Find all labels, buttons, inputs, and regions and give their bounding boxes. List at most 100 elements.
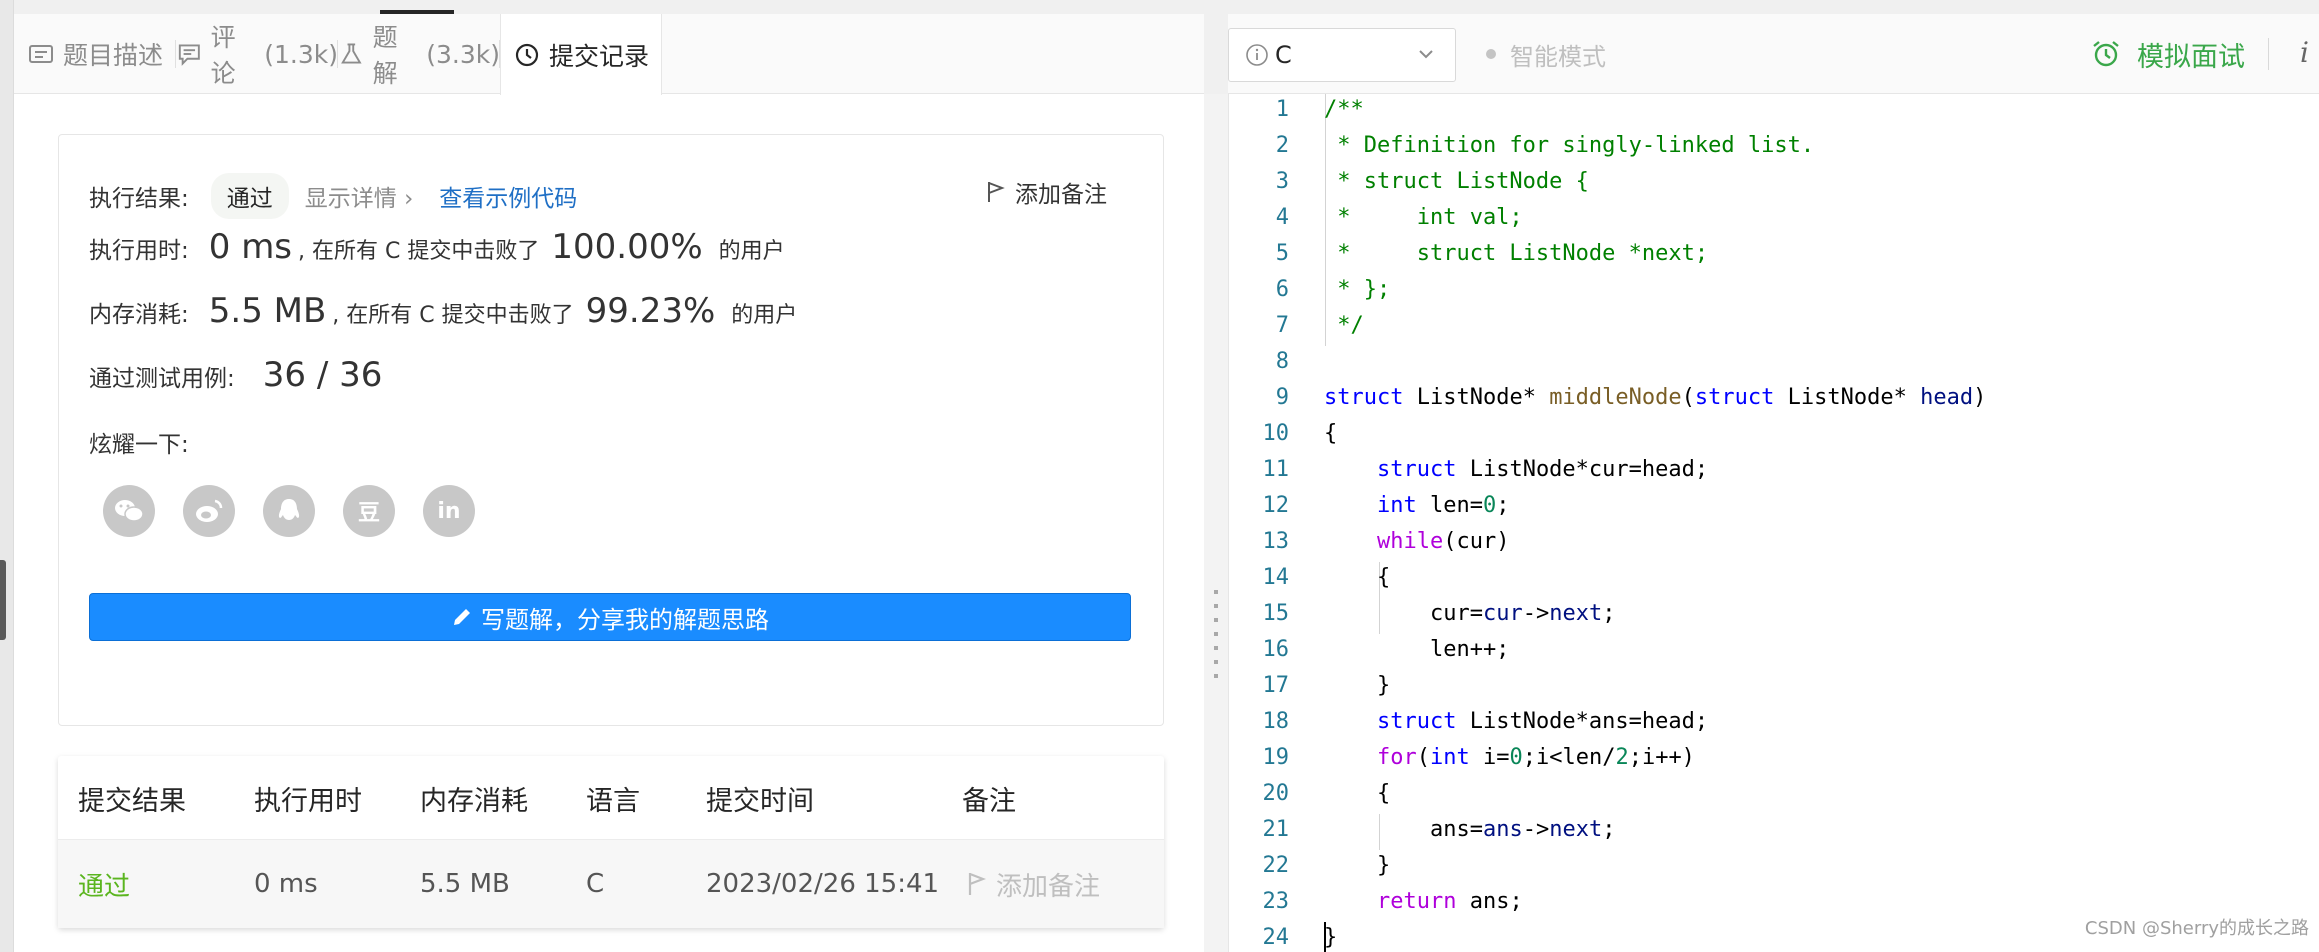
share-label-row: 炫耀一下:	[89, 425, 189, 459]
header-memory: 内存消耗	[420, 785, 528, 817]
line-number: 13	[1262, 529, 1290, 554]
tab-comments[interactable]: 评论 (1.3k)	[176, 14, 338, 94]
language-select[interactable]: C	[1228, 28, 1456, 82]
header-submitted: 提交时间	[706, 785, 814, 817]
code-token: ans=	[1324, 817, 1483, 842]
result-label: 执行结果:	[89, 186, 189, 212]
runtime-label: 执行用时:	[89, 238, 189, 264]
code-line: /**	[1324, 92, 1364, 128]
table-header: 提交结果 执行用时 内存消耗 语言 提交时间 备注	[58, 756, 1164, 840]
code-token: 0	[1482, 493, 1497, 518]
tab-submissions[interactable]: 提交记录	[500, 14, 662, 95]
tests-row: 通过测试用例: 36 / 36	[89, 355, 382, 395]
line-number: 3	[1275, 169, 1289, 194]
panel-splitter[interactable]	[1204, 94, 1228, 952]
code-token: middleNode	[1549, 385, 1682, 410]
info-circle-icon	[1246, 44, 1268, 66]
window-edge	[0, 0, 14, 952]
code-token: ans;	[1456, 889, 1523, 914]
line-number: 23	[1262, 889, 1290, 914]
line-number: 1	[1275, 97, 1289, 122]
code-token: next	[1549, 817, 1603, 842]
tab-solutions[interactable]: 题解 (3.3k)	[338, 14, 500, 94]
mock-interview-button[interactable]: 模拟面试	[2091, 14, 2245, 94]
code-token: next	[1549, 601, 1603, 626]
alarm-clock-icon	[2093, 41, 2119, 67]
runtime-percent: 100.00%	[551, 227, 703, 267]
header-runtime: 执行用时	[254, 785, 362, 817]
submissions-table: 提交结果 执行用时 内存消耗 语言 提交时间 备注 通过 0 ms 5.5 MB…	[58, 756, 1164, 928]
smart-mode-toggle[interactable]: 智能模式	[1486, 14, 1606, 94]
code-line: return ans;	[1324, 884, 1523, 920]
code-token: )	[1973, 385, 1987, 410]
code-editor[interactable]: 1 2 3 4 5 6 7 8 9 10 11 12 13 14 15 16 17 18 19 20 21 22 23 24 …	[1228, 94, 2319, 952]
weibo-icon[interactable]	[183, 485, 235, 537]
linkedin-glyph: in	[437, 498, 461, 524]
code-line: * Definition for singly-linked list.	[1324, 128, 1814, 164]
code-line: {	[1324, 776, 1390, 812]
show-details-label: 显示详情	[304, 186, 397, 212]
code-token: (	[1416, 745, 1430, 770]
code-token: int	[1429, 745, 1470, 770]
write-solution-button[interactable]: 写题解，分享我的解题思路	[89, 593, 1131, 641]
code-line: */	[1324, 308, 1364, 344]
code-token: ->	[1522, 601, 1550, 626]
line-number: 19	[1262, 745, 1290, 770]
language-value: C	[1275, 41, 1292, 69]
code-area[interactable]: /** * Definition for singly-linked list.…	[1324, 94, 2304, 952]
tab-description[interactable]: 题目描述	[14, 14, 176, 94]
row-result-link[interactable]: 通过	[78, 840, 130, 928]
tab-label: 提交记录	[548, 41, 649, 71]
code-token: ->	[1522, 817, 1550, 842]
line-number: 6	[1275, 277, 1289, 302]
table-row[interactable]: 通过 0 ms 5.5 MB C 2023/02/26 15:41 添加备注	[58, 840, 1164, 928]
line-number: 15	[1262, 601, 1290, 626]
code-token: struct	[1694, 385, 1775, 410]
code-token: ListNode*	[1774, 385, 1921, 410]
wechat-icon[interactable]	[103, 485, 155, 537]
runtime-tail: 的用户	[718, 239, 785, 264]
code-token: ListNode*ans=head;	[1456, 709, 1709, 734]
code-token: int	[1376, 493, 1417, 518]
left-panel: 题目描述 评论 (1.3k) 题解 (3.3k) 提交记录 执行结果: 通过 显…	[14, 14, 1204, 952]
code-token: struct	[1376, 457, 1457, 482]
tab-label: 题解	[372, 23, 398, 88]
row-add-note-button[interactable]: 添加备注	[968, 840, 1100, 928]
show-details-link[interactable]: 显示详情 ›	[305, 179, 414, 213]
tab-count: (1.3k)	[264, 39, 338, 69]
line-number: 22	[1262, 853, 1290, 878]
douban-icon[interactable]: 豆	[343, 485, 395, 537]
add-note-button[interactable]: 添加备注	[987, 175, 1107, 209]
code-token: {	[1324, 781, 1391, 806]
result-row: 执行结果: 通过 显示详情 › 查看示例代码	[89, 173, 577, 219]
pencil-icon	[454, 609, 470, 625]
editor-toolbar: C 智能模式 模拟面试 i	[1228, 14, 2319, 94]
info-icon[interactable]: i	[2300, 36, 2309, 69]
line-number: 5	[1275, 241, 1289, 266]
line-number: 12	[1262, 493, 1290, 518]
share-icons: 豆 in	[103, 485, 503, 537]
drag-handle-icon[interactable]	[1214, 590, 1218, 680]
line-number: 4	[1275, 205, 1289, 230]
row-language: C	[586, 869, 605, 899]
memory-percent: 99.23%	[585, 291, 716, 331]
code-token: * };	[1324, 277, 1391, 302]
code-line: }	[1324, 920, 1337, 952]
qq-icon[interactable]	[263, 485, 315, 537]
sample-code-link[interactable]: 查看示例代码	[439, 179, 577, 213]
code-token: * struct ListNode *next;	[1324, 241, 1709, 266]
line-number: 11	[1262, 457, 1290, 482]
code-token: */	[1324, 313, 1364, 338]
code-token: ListNode*	[1403, 385, 1550, 410]
code-line: }	[1324, 668, 1390, 704]
edge-handle	[0, 560, 6, 640]
tab-label: 题目描述	[62, 41, 163, 70]
row-submitted: 2023/02/26 15:41	[706, 869, 940, 899]
linkedin-icon[interactable]: in	[423, 485, 475, 537]
code-token: ;	[1602, 817, 1616, 842]
code-token: return	[1376, 889, 1457, 914]
code-line: for(int i=0;i<len/2;i++)	[1324, 740, 1695, 776]
line-number: 24	[1262, 925, 1290, 950]
code-token: }	[1324, 853, 1391, 878]
row-note-label: 添加备注	[996, 871, 1101, 902]
